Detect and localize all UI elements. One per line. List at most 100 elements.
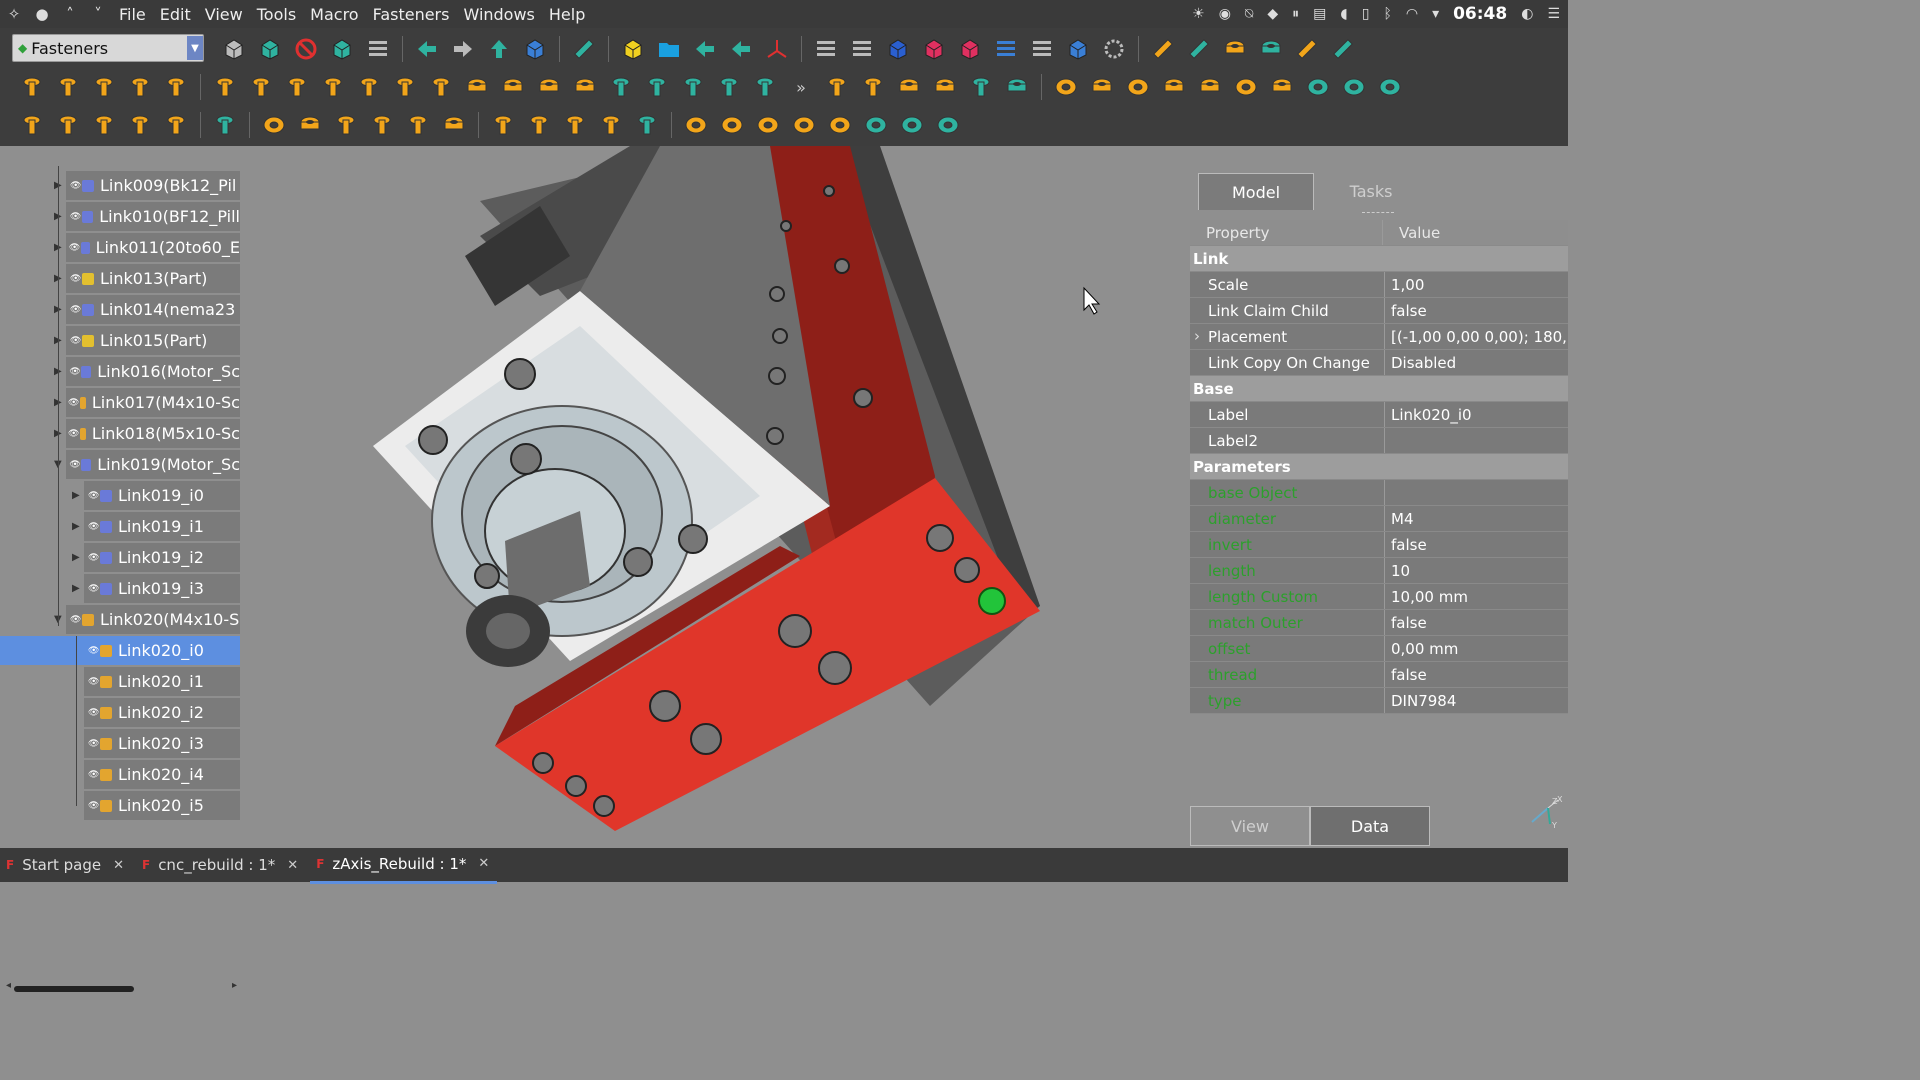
fastener-washer-icon[interactable] (259, 110, 289, 140)
fastener-bolt-icon[interactable] (125, 110, 155, 140)
fastener-bolt-icon[interactable] (596, 110, 626, 140)
cad-model-render[interactable] (240, 146, 1190, 848)
property-group-header[interactable]: Base (1190, 376, 1568, 402)
fastener-nut-icon[interactable] (930, 72, 960, 102)
tree-item[interactable]: 👁︎ Link014(nema23 (66, 295, 240, 324)
property-value[interactable] (1385, 428, 1568, 453)
property-row[interactable]: Link Claim Child false (1190, 298, 1568, 324)
visibility-eye-icon[interactable]: 👁︎ (69, 243, 80, 253)
bulb-icon[interactable]: ◉ (1219, 6, 1231, 22)
fastener-bolt-icon[interactable] (17, 110, 47, 140)
property-row[interactable]: thread false (1190, 662, 1568, 688)
menu-fasteners[interactable]: Fasteners (366, 5, 457, 24)
tree-horizontal-scrollbar[interactable]: ◂ ▸ (6, 980, 238, 992)
fastener-bolt-icon[interactable] (403, 110, 433, 140)
fastener-bolt-icon[interactable] (161, 72, 191, 102)
selected-screw[interactable] (978, 587, 1006, 615)
collapsed-arrow-icon[interactable]: ▶ (72, 521, 80, 532)
tree-item[interactable]: 👁︎ Link011(20to60_E (66, 233, 240, 262)
visibility-eye-icon[interactable]: 👁︎ (88, 491, 99, 501)
fastener-washer-icon[interactable] (1339, 72, 1369, 102)
visibility-eye-icon[interactable]: 👁︎ (69, 367, 80, 377)
doc-tab-start-page[interactable]: F Start page ✕ (0, 848, 132, 882)
doc-tab-zaxis-rebuild[interactable]: F zAxis_Rebuild : 1* ✕ (310, 847, 498, 884)
visibility-eye-icon[interactable]: 👁︎ (70, 212, 81, 222)
tree-item[interactable]: 👁︎ Link019_i3 (84, 574, 240, 603)
tool-axes-icon[interactable] (762, 34, 792, 64)
property-value[interactable]: false (1385, 532, 1568, 557)
property-row[interactable]: diameter M4 (1190, 506, 1568, 532)
property-value[interactable]: false (1385, 298, 1568, 323)
tab-view[interactable]: View (1190, 806, 1310, 846)
fastener-washer-icon[interactable] (681, 110, 711, 140)
visibility-eye-icon[interactable]: 👁︎ (88, 801, 99, 811)
fastener-bolt-icon[interactable] (714, 72, 744, 102)
property-value[interactable]: M4 (1385, 506, 1568, 531)
tool-nut-icon[interactable] (1256, 34, 1286, 64)
bluetooth-icon[interactable]: ᛒ (1383, 6, 1391, 22)
tool-arrow-icon[interactable] (690, 34, 720, 64)
fastener-bolt-icon[interactable] (282, 72, 312, 102)
tool-box-icon[interactable] (255, 34, 285, 64)
tree-item[interactable]: 👁︎ Link013(Part) (66, 264, 240, 293)
fastener-bolt-icon[interactable] (89, 110, 119, 140)
tool-box-icon[interactable] (618, 34, 648, 64)
fastener-bolt-icon[interactable] (161, 110, 191, 140)
fastener-washer-icon[interactable] (1051, 72, 1081, 102)
fastener-nut-icon[interactable] (1159, 72, 1189, 102)
fastener-washer-icon[interactable] (1123, 72, 1153, 102)
tool-box-icon[interactable] (219, 34, 249, 64)
tree-item[interactable]: 👁︎ Link019_i1 (84, 512, 240, 541)
expand-arrow-icon[interactable]: › (1194, 327, 1200, 345)
tool-up-icon[interactable] (484, 34, 514, 64)
visibility-eye-icon[interactable]: 👁︎ (88, 522, 99, 532)
tree-item[interactable]: 👁︎ Link019_i2 (84, 543, 240, 572)
fastener-bolt-icon[interactable] (390, 72, 420, 102)
fastener-nut-icon[interactable] (570, 72, 600, 102)
doc-tab-cnc-rebuild[interactable]: F cnc_rebuild : 1* ✕ (136, 848, 306, 882)
menu-tools[interactable]: Tools (250, 5, 303, 24)
property-row[interactable]: offset 0,00 mm (1190, 636, 1568, 662)
visibility-eye-icon[interactable]: 👁︎ (70, 274, 81, 284)
workbench-selector[interactable]: ◆ Fasteners ▼ (12, 34, 204, 62)
property-value[interactable]: 10 (1385, 558, 1568, 583)
chevron-up-icon[interactable]: ˄ (56, 5, 84, 23)
fastener-bolt-icon[interactable] (246, 72, 276, 102)
phone-icon[interactable]: ▯ (1362, 6, 1370, 22)
menu-edit[interactable]: Edit (153, 5, 198, 24)
fastener-bolt-icon[interactable] (632, 110, 662, 140)
visibility-eye-icon[interactable]: 👁︎ (88, 677, 99, 687)
fastener-washer-icon[interactable] (717, 110, 747, 140)
fastener-nut-icon[interactable] (1002, 72, 1032, 102)
tree-item[interactable]: 👁︎ Link020(M4x10-S (66, 605, 240, 634)
volume-icon[interactable]: ◖ (1340, 6, 1347, 22)
dropdown-icon[interactable]: ▾ (1432, 6, 1439, 22)
scrollbar-thumb[interactable] (14, 986, 134, 992)
collapsed-arrow-icon[interactable]: ▶ (72, 552, 80, 563)
tool-nut-icon[interactable] (1220, 34, 1250, 64)
tool-ruler-icon[interactable] (1184, 34, 1214, 64)
fastener-bolt-icon[interactable] (426, 72, 456, 102)
tree-item[interactable]: 👁︎ Link019_i0 (84, 481, 240, 510)
fastener-bolt-icon[interactable] (17, 72, 47, 102)
property-row[interactable]: Label Link020_i0 (1190, 402, 1568, 428)
property-row[interactable]: Scale 1,00 (1190, 272, 1568, 298)
property-group-header[interactable]: Parameters (1190, 454, 1568, 480)
fastener-bolt-icon[interactable] (858, 72, 888, 102)
dropbox-icon[interactable]: ◆ (1267, 6, 1278, 22)
property-row[interactable]: Label2 (1190, 428, 1568, 454)
tool-gear-icon[interactable] (1099, 34, 1129, 64)
pause-icon[interactable]: ⏸ (1292, 6, 1299, 22)
fastener-bolt-icon[interactable] (89, 72, 119, 102)
notifications-off-icon[interactable]: ⍉ (1245, 6, 1253, 22)
fastener-nut-icon[interactable] (439, 110, 469, 140)
chevron-down-icon[interactable]: ˅ (84, 5, 112, 23)
tool-circle-icon[interactable] (291, 34, 321, 64)
tool-box-icon[interactable] (520, 34, 550, 64)
property-row[interactable]: type DIN7984 (1190, 688, 1568, 714)
fastener-washer-icon[interactable] (1303, 72, 1333, 102)
fastener-bolt-icon[interactable] (210, 72, 240, 102)
splitter-handle[interactable] (1362, 212, 1394, 215)
fastener-washer-icon[interactable] (897, 110, 927, 140)
tool-box-icon[interactable] (955, 34, 985, 64)
